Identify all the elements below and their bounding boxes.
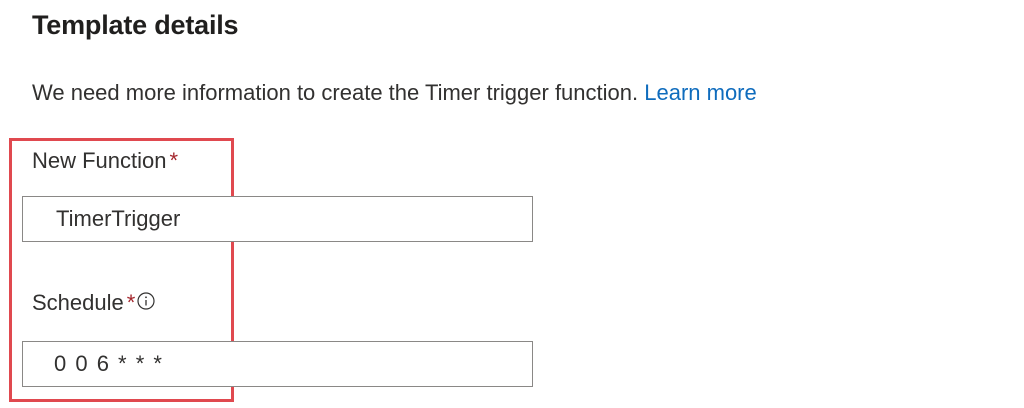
info-icon[interactable] (137, 290, 155, 310)
section-title: Template details (32, 10, 239, 40)
schedule-label-text: Schedule (32, 290, 124, 315)
section-description: We need more information to create the T… (32, 80, 757, 106)
required-asterisk: * (126, 290, 136, 315)
schedule-input[interactable] (22, 341, 533, 387)
new-function-input[interactable] (22, 196, 533, 242)
new-function-label-text: New Function (32, 148, 167, 173)
learn-more-link[interactable]: Learn more (644, 80, 757, 105)
schedule-label: Schedule * (32, 290, 155, 316)
description-text: We need more information to create the T… (32, 80, 639, 105)
required-asterisk: * (169, 148, 179, 173)
new-function-label: New Function * (32, 148, 178, 174)
